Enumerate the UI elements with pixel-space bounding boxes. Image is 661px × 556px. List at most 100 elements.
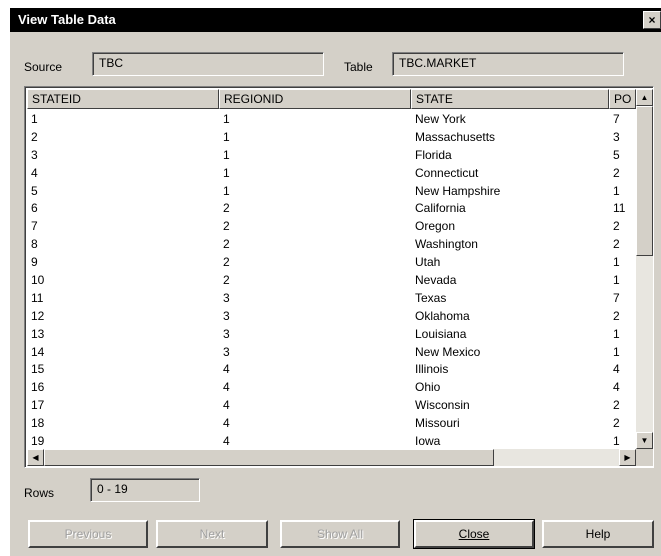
table-row[interactable]: 14 3 New Mexico 1 (27, 344, 636, 362)
cell-po: 2 (613, 416, 620, 431)
previous-button[interactable]: Previous (28, 520, 148, 548)
table-row[interactable]: 8 2 Washington 2 (27, 236, 636, 254)
cell-po: 1 (613, 183, 620, 198)
cell-stateid: 17 (31, 398, 45, 413)
cell-stateid: 6 (31, 201, 38, 216)
close-button[interactable]: Close (413, 519, 535, 549)
close-window-icon[interactable]: × (643, 11, 661, 29)
data-grid[interactable]: STATEID REGIONID STATE PO 1 1 New York 7… (24, 86, 654, 468)
cell-stateid: 16 (31, 380, 45, 395)
cell-state: Utah (415, 255, 441, 270)
column-header-po[interactable]: PO (609, 89, 636, 109)
cell-state: Oklahoma (415, 308, 470, 323)
cell-stateid: 15 (31, 362, 45, 377)
cell-po: 1 (613, 255, 620, 270)
cell-po: 3 (613, 129, 620, 144)
cell-state: Oregon (415, 219, 456, 234)
scroll-left-arrow-icon[interactable]: ◀ (27, 449, 44, 466)
column-header-state[interactable]: STATE (411, 89, 609, 109)
cell-state: Massachusetts (415, 129, 496, 144)
cell-regionid: 2 (223, 237, 230, 252)
table-field: TBC.MARKET (392, 52, 624, 76)
cell-po: 7 (613, 112, 620, 126)
cell-po: 1 (613, 344, 620, 359)
scroll-down-arrow-icon[interactable]: ▼ (636, 432, 653, 449)
cell-stateid: 13 (31, 326, 45, 341)
show-all-button[interactable]: Show All (280, 520, 400, 548)
table-row[interactable]: 7 2 Oregon 2 (27, 218, 636, 236)
horizontal-scroll-thumb[interactable] (44, 449, 494, 466)
table-row[interactable]: 9 2 Utah 1 (27, 254, 636, 272)
close-button-label: Close (458, 527, 490, 541)
cell-state: Texas (415, 290, 447, 305)
cell-state: Louisiana (415, 326, 467, 341)
table-row[interactable]: 4 1 Connecticut 2 (27, 165, 636, 183)
cell-stateid: 7 (31, 219, 38, 234)
cell-state: Wisconsin (415, 398, 470, 413)
help-button[interactable]: Help (542, 520, 654, 548)
cell-regionid: 3 (223, 308, 230, 323)
cell-state: Washington (415, 237, 478, 252)
table-row[interactable]: 2 1 Massachusetts 3 (27, 129, 636, 147)
cell-stateid: 14 (31, 344, 45, 359)
cell-stateid: 5 (31, 183, 38, 198)
horizontal-scrollbar[interactable]: ◀ ▶ (27, 449, 636, 466)
cell-state: Ohio (415, 380, 441, 395)
table-row[interactable]: 13 3 Louisiana 1 (27, 326, 636, 344)
table-row[interactable]: 16 4 Ohio 4 (27, 379, 636, 397)
column-header-stateid[interactable]: STATEID (27, 89, 219, 109)
cell-regionid: 1 (223, 112, 230, 126)
cell-stateid: 8 (31, 237, 38, 252)
cell-po: 11 (613, 201, 626, 216)
cell-state: California (415, 201, 466, 216)
cell-regionid: 4 (223, 380, 230, 395)
table-row[interactable]: 18 4 Missouri 2 (27, 415, 636, 433)
column-header-regionid[interactable]: REGIONID (219, 89, 411, 109)
window-title: View Table Data (18, 12, 116, 27)
vertical-scroll-thumb[interactable] (636, 106, 653, 256)
table-row[interactable]: 10 2 Nevada 1 (27, 272, 636, 290)
cell-regionid: 3 (223, 290, 230, 305)
cell-regionid: 1 (223, 183, 230, 198)
cell-regionid: 4 (223, 362, 230, 377)
cell-stateid: 11 (31, 290, 44, 305)
cell-regionid: 2 (223, 273, 230, 288)
scroll-corner (636, 449, 653, 466)
cell-po: 1 (613, 273, 620, 288)
cell-regionid: 3 (223, 344, 230, 359)
cell-stateid: 2 (31, 129, 38, 144)
table-row[interactable]: 11 3 Texas 7 (27, 290, 636, 308)
cell-state: Missouri (415, 416, 460, 431)
cell-stateid: 4 (31, 165, 38, 180)
cell-regionid: 4 (223, 398, 230, 413)
table-row[interactable]: 12 3 Oklahoma 2 (27, 308, 636, 326)
cell-po: 2 (613, 219, 620, 234)
table-row[interactable]: 5 1 New Hampshire 1 (27, 183, 636, 201)
view-table-data-dialog: View Table Data × Source TBC Table TBC.M… (10, 8, 661, 556)
cell-regionid: 2 (223, 201, 230, 216)
cell-po: 4 (613, 380, 620, 395)
table-row[interactable]: 6 2 California 11 (27, 200, 636, 218)
table-row[interactable]: 17 4 Wisconsin 2 (27, 397, 636, 415)
cell-state: New York (415, 112, 466, 126)
source-label: Source (24, 60, 63, 74)
cell-po: 2 (613, 165, 620, 180)
cell-po: 4 (613, 362, 620, 377)
cell-state: Connecticut (415, 165, 479, 180)
cell-stateid: 9 (31, 255, 38, 270)
cell-state: New Mexico (415, 344, 481, 359)
scroll-up-arrow-icon[interactable]: ▲ (636, 89, 653, 106)
scroll-right-arrow-icon[interactable]: ▶ (619, 449, 636, 466)
vertical-scrollbar[interactable]: ▲ ▼ (636, 89, 653, 449)
cell-stateid: 3 (31, 147, 38, 162)
next-button[interactable]: Next (156, 520, 268, 548)
cell-regionid: 2 (223, 219, 230, 234)
cell-stateid: 12 (31, 308, 45, 323)
grid-header: STATEID REGIONID STATE PO (27, 89, 636, 109)
table-row[interactable]: 1 1 New York 7 (27, 111, 636, 129)
cell-regionid: 1 (223, 165, 230, 180)
cell-state: Illinois (415, 362, 449, 377)
table-row[interactable]: 15 4 Illinois 4 (27, 361, 636, 379)
table-row[interactable]: 3 1 Florida 5 (27, 147, 636, 165)
cell-po: 2 (613, 308, 620, 323)
